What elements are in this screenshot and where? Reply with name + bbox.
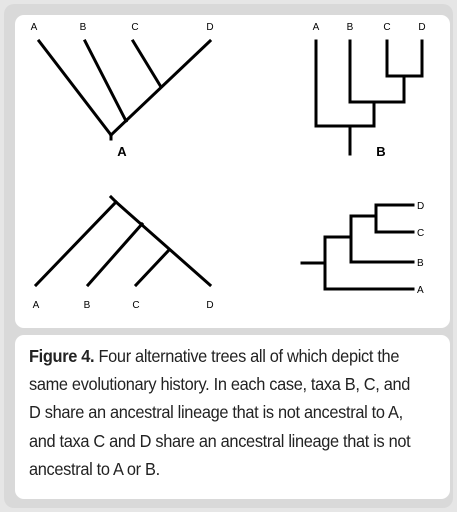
tree-bottom-left bbox=[33, 194, 213, 288]
taxon-label: B bbox=[347, 22, 354, 33]
tree-top-right bbox=[314, 39, 424, 156]
branch-c bbox=[133, 247, 172, 288]
branch-a bbox=[36, 38, 114, 138]
tree-bottom-right-labels: D C B A bbox=[417, 201, 424, 296]
taxon-label: C bbox=[383, 22, 390, 33]
taxon-label: A bbox=[313, 22, 320, 33]
caption-panel: Figure 4. Four alternative trees all of … bbox=[15, 335, 450, 499]
tree-top-left bbox=[36, 38, 213, 141]
caption-label: Figure 4. bbox=[29, 346, 95, 366]
figure-frame: A B C D A A B C D B A B C D D C B A Figu… bbox=[4, 4, 453, 508]
figure-caption: Figure 4. Four alternative trees all of … bbox=[29, 342, 412, 483]
branch-b bbox=[348, 39, 386, 104]
branch-a bbox=[33, 199, 119, 288]
taxon-label: D bbox=[418, 22, 425, 33]
tree-bottom-right bbox=[300, 203, 415, 291]
diagram-panel: A B C D A A B C D B A B C D D C B A bbox=[15, 15, 450, 328]
taxon-label: C bbox=[132, 300, 139, 311]
branch-d bbox=[113, 199, 213, 288]
branch-d bbox=[402, 39, 424, 78]
taxon-label: C bbox=[131, 22, 138, 33]
taxon-label: B bbox=[80, 22, 87, 33]
taxon-label: D bbox=[206, 22, 213, 33]
taxon-label: A bbox=[33, 300, 40, 311]
tree-label-a: A bbox=[117, 144, 127, 159]
tree-label-b: B bbox=[376, 144, 385, 159]
taxon-label: A bbox=[417, 285, 424, 296]
taxon-label: B bbox=[417, 258, 424, 269]
taxon-label: A bbox=[31, 22, 38, 33]
taxon-label: B bbox=[84, 300, 91, 311]
tree-bottom-left-labels: A B C D bbox=[33, 300, 214, 311]
branch-a bbox=[314, 39, 352, 128]
taxon-label: C bbox=[417, 228, 424, 239]
branch-c bbox=[385, 39, 406, 78]
tree-top-right-labels: A B C D bbox=[313, 22, 426, 33]
taxon-label: D bbox=[206, 300, 213, 311]
phylogenetic-trees-svg: A B C D A A B C D B A B C D D C B A bbox=[31, 22, 426, 311]
branch-c bbox=[130, 38, 164, 90]
tree-top-left-labels: A B C D bbox=[31, 22, 214, 33]
taxon-label: D bbox=[417, 201, 424, 212]
branch-b bbox=[85, 221, 145, 288]
root-stem bbox=[108, 194, 119, 205]
